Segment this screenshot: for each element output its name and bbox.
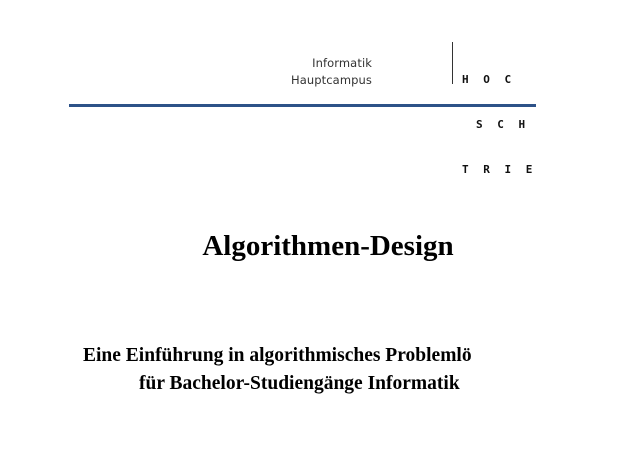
document-title: Algorithmen-Design (202, 230, 454, 262)
logo-row: T R I E (462, 163, 537, 176)
university-logo: H O C S C H T R I E (462, 42, 536, 207)
page-clip: Informatik Hauptcampus H O C S C H T R I… (0, 0, 554, 472)
campus-name: Hauptcampus (290, 73, 372, 87)
subtitle-line-1: Eine Einführung in algorithmisches Probl… (83, 345, 472, 366)
header-rule (69, 104, 536, 107)
logo-row: S C H (476, 118, 530, 131)
document-page: Informatik Hauptcampus H O C S C H T R I… (0, 0, 621, 472)
header-divider (452, 42, 453, 84)
logo-row: H O C (462, 73, 516, 86)
subtitle-line-2: für Bachelor-Studiengänge Informatik (139, 373, 460, 394)
department-name: Informatik (312, 56, 372, 70)
document-subtitle: Eine Einführung in algorithmisches Probl… (83, 342, 554, 398)
department-label: Informatik Hauptcampus (291, 55, 372, 89)
